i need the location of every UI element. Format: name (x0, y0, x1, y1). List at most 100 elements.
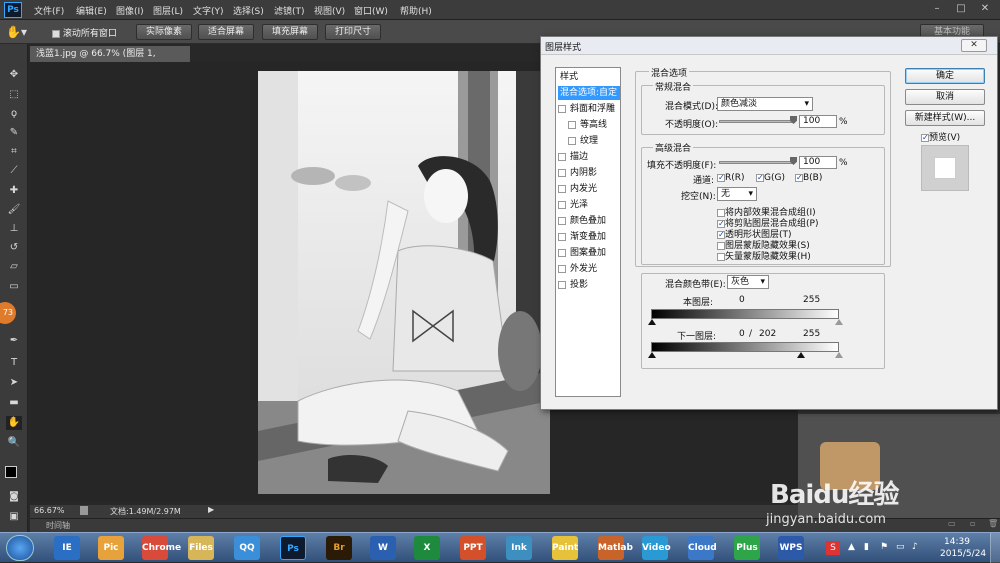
checkbox-icon[interactable] (558, 152, 566, 161)
print-size-button[interactable]: 打印尺寸 (325, 24, 381, 40)
channel-b-checkbox[interactable]: B(B) (795, 173, 822, 183)
taskbar-app-paint[interactable]: Paint (552, 536, 578, 560)
style-item-blending-options[interactable]: 混合选项:自定 (558, 86, 620, 100)
taskbar-app-plus[interactable]: Plus (734, 536, 760, 560)
blend-if-select[interactable]: 灰色 (727, 275, 769, 289)
cancel-button[interactable]: 取消 (905, 89, 985, 105)
dialog-close-icon[interactable]: ✕ (961, 39, 987, 52)
taskbar-app-explorer[interactable]: Files (188, 536, 214, 560)
menu-image[interactable]: 图像(I) (116, 4, 144, 17)
screen-mode-icon[interactable]: ▣ (6, 510, 22, 524)
show-desktop-button[interactable] (990, 533, 1000, 563)
checkbox-icon[interactable] (558, 264, 566, 273)
underlying-white-slider[interactable] (835, 352, 843, 358)
minimize-icon[interactable]: – (926, 2, 948, 16)
checkbox-icon[interactable] (52, 29, 60, 38)
move-tool-icon[interactable]: ✥ (6, 68, 22, 82)
style-item-stroke[interactable]: 描边 (558, 150, 620, 164)
menu-help[interactable]: 帮助(H) (400, 4, 432, 17)
new-style-button[interactable]: 新建样式(W)... (905, 110, 985, 126)
channel-r-checkbox[interactable]: R(R) (717, 173, 745, 183)
checkbox-icon[interactable] (717, 173, 725, 182)
fill-opacity-slider[interactable] (719, 161, 795, 164)
taskbar-app-photoshop[interactable]: Ps (280, 536, 306, 560)
status-toggle-icon[interactable] (80, 506, 88, 515)
checkbox-icon[interactable] (558, 248, 566, 257)
style-item-texture[interactable]: 纹理 (568, 134, 630, 148)
opacity-input[interactable]: 100 (799, 115, 837, 128)
taskbar-app-powerpoint[interactable]: PPT (460, 536, 486, 560)
type-tool-icon[interactable]: T (6, 356, 22, 370)
taskbar-app-qq[interactable]: QQ (234, 536, 260, 560)
shape-tool-icon[interactable]: ▬ (6, 396, 22, 410)
style-item-drop-shadow[interactable]: 投影 (558, 278, 620, 292)
ok-button[interactable]: 确定 (905, 68, 985, 84)
taskbar-app-excel[interactable]: X (414, 536, 440, 560)
menu-edit[interactable]: 编辑(E) (76, 4, 107, 17)
checkbox-icon[interactable] (795, 173, 803, 182)
checkbox-icon[interactable] (558, 216, 566, 225)
dialog-title-bar[interactable]: 图层样式 ✕ (541, 37, 997, 55)
healing-tool-icon[interactable]: ✚ (6, 184, 22, 198)
style-item-pattern-overlay[interactable]: 图案叠加 (558, 246, 620, 260)
pen-tool-icon[interactable]: ✒ (6, 334, 22, 348)
eyedropper-tool-icon[interactable]: ⟋ (6, 164, 22, 178)
menu-filter[interactable]: 滤镜(T) (274, 4, 305, 17)
menu-layer[interactable]: 图层(L) (153, 4, 183, 17)
adv-option-vector-mask-hides[interactable]: 矢量蒙版隐藏效果(H) (717, 249, 811, 262)
opacity-slider[interactable] (719, 120, 795, 123)
checkbox-icon[interactable] (558, 232, 566, 241)
crop-tool-icon[interactable]: ⌗ (6, 145, 22, 159)
fill-screen-button[interactable]: 填充屏幕 (262, 24, 318, 40)
knockout-select[interactable]: 无 (717, 187, 757, 201)
eraser-tool-icon[interactable]: ▱ (6, 260, 22, 274)
tray-sogou-icon[interactable]: S (826, 541, 840, 555)
gradient-tool-icon[interactable]: ▭ (6, 280, 22, 294)
taskbar-app-matlab[interactable]: Matlab (598, 536, 633, 560)
checkbox-icon[interactable] (568, 120, 576, 129)
menu-type[interactable]: 文字(Y) (193, 4, 224, 17)
status-menu-arrow-icon[interactable]: ▶ (208, 505, 214, 514)
timeline-label[interactable]: 时间轴 (46, 520, 70, 531)
style-item-bevel[interactable]: 斜面和浮雕 (558, 102, 620, 116)
marquee-tool-icon[interactable]: ⬚ (6, 88, 22, 102)
taskbar-app-bridge[interactable]: Br (326, 536, 352, 560)
checkbox-icon[interactable] (558, 168, 566, 177)
zoom-tool-icon[interactable]: 🔍 (6, 436, 22, 450)
clock-time[interactable]: 14:39 (944, 537, 970, 547)
tray-expand-icon[interactable]: ▲ (848, 542, 855, 552)
style-item-contour[interactable]: 等高线 (568, 118, 630, 132)
this-layer-white-slider[interactable] (835, 319, 843, 325)
menu-window[interactable]: 窗口(W) (354, 4, 388, 17)
document-image[interactable] (258, 71, 550, 494)
blend-mode-select[interactable]: 颜色减淡 (717, 97, 813, 111)
checkbox-icon[interactable] (568, 136, 576, 145)
brush-tool-icon[interactable]: 🖌 (6, 203, 22, 217)
start-button[interactable] (6, 535, 34, 561)
taskbar-app-cloud[interactable]: Cloud (688, 536, 717, 560)
style-item-satin[interactable]: 光泽 (558, 198, 620, 212)
menu-select[interactable]: 选择(S) (233, 4, 264, 17)
checkbox-icon[interactable] (558, 104, 566, 113)
menu-file[interactable]: 文件(F) (34, 4, 64, 17)
style-item-gradient-overlay[interactable]: 渐变叠加 (558, 230, 620, 244)
scroll-all-windows-checkbox[interactable]: 滚动所有窗口 (52, 26, 117, 39)
taskbar-app-ink[interactable]: Ink (506, 536, 532, 560)
checkbox-icon[interactable] (558, 200, 566, 209)
checkbox-icon[interactable] (756, 173, 764, 182)
hand-tool-icon[interactable]: ✋▾ (6, 24, 28, 40)
quick-mask-icon[interactable]: ◙ (6, 490, 22, 504)
channel-g-checkbox[interactable]: G(G) (756, 173, 785, 183)
checkbox-icon[interactable] (921, 133, 929, 142)
checkbox-icon[interactable] (717, 252, 725, 261)
actual-pixels-button[interactable]: 实际像素 (136, 24, 192, 40)
fill-opacity-input[interactable]: 100 (799, 156, 837, 169)
preview-checkbox[interactable]: 预览(V) (921, 130, 960, 143)
foreground-color-swatch[interactable] (5, 466, 17, 478)
taskbar-app-wps[interactable]: WPS (778, 536, 804, 560)
styles-header[interactable]: 样式 (560, 70, 622, 84)
style-item-inner-shadow[interactable]: 内阴影 (558, 166, 620, 180)
style-item-color-overlay[interactable]: 颜色叠加 (558, 214, 620, 228)
taskbar-app-chrome[interactable]: Chrome (142, 536, 181, 560)
clock-date[interactable]: 2015/5/24 (940, 549, 986, 559)
